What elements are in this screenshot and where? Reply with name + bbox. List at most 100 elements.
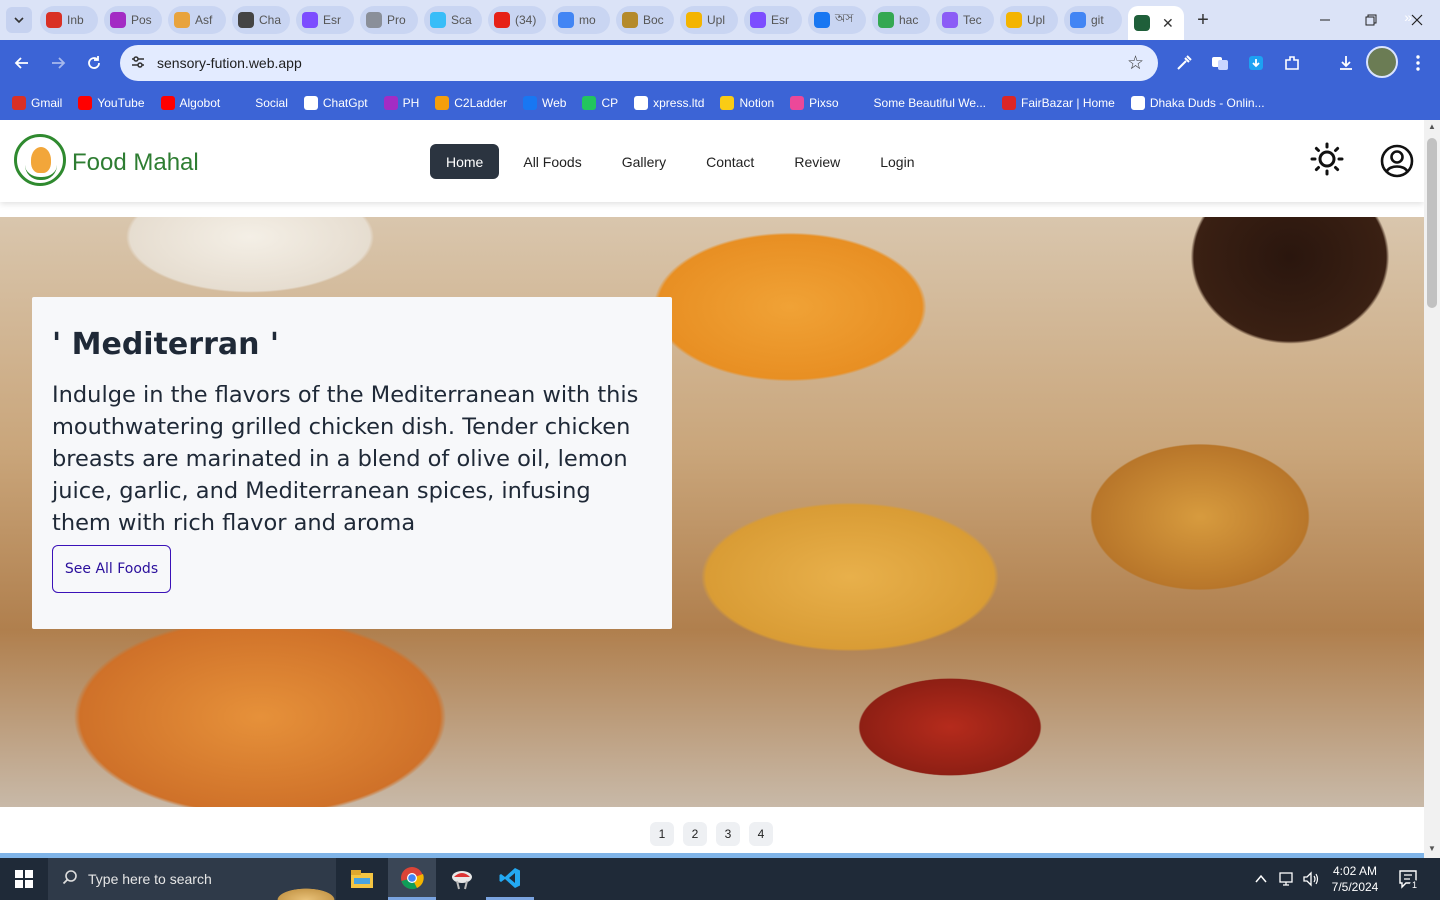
slide-page-button[interactable]: 3 <box>716 822 740 846</box>
nav-all-foods[interactable]: All Foods <box>507 144 597 179</box>
bookmark-item[interactable]: Some Beautiful We... <box>854 96 986 110</box>
close-tab-icon[interactable]: ✕ <box>1162 15 1174 32</box>
forward-button[interactable] <box>46 51 70 75</box>
nav-contact[interactable]: Contact <box>690 144 770 179</box>
food-mahal-logo-icon[interactable] <box>14 134 66 186</box>
brand-name[interactable]: Food Mahal <box>72 149 199 177</box>
tab-search-button[interactable] <box>6 7 32 33</box>
nav-gallery[interactable]: Gallery <box>606 144 682 179</box>
scroll-up-icon[interactable]: ▲ <box>1427 122 1437 131</box>
bookmark-item[interactable]: Pixso <box>790 96 839 110</box>
browser-tab[interactable]: git <box>1064 6 1122 34</box>
browser-tab[interactable]: Esr <box>296 6 354 34</box>
chevron-down-icon <box>14 17 24 24</box>
bookmark-label: Pixso <box>809 96 839 110</box>
browser-tab[interactable]: Boc <box>616 6 674 34</box>
bookmark-item[interactable]: Gmail <box>12 96 62 110</box>
slide-page-button[interactable]: 1 <box>650 822 674 846</box>
browser-tab[interactable]: Upl <box>1000 6 1058 34</box>
browser-tab[interactable]: Asf <box>168 6 226 34</box>
bookmark-item[interactable]: Notion <box>720 96 774 110</box>
back-button[interactable] <box>10 51 34 75</box>
file-explorer-app[interactable] <box>338 858 386 900</box>
bookmark-label: ChatGpt <box>322 96 368 110</box>
bookmark-item[interactable]: xpress.ltd <box>634 96 704 110</box>
windows-start-button[interactable] <box>0 858 48 900</box>
dhakaduds-icon <box>1130 96 1145 110</box>
google-icon <box>558 12 574 28</box>
taskbar-search[interactable]: Type here to search <box>48 858 336 900</box>
bookmark-item[interactable]: Dhaka Duds - Onlin... <box>1130 96 1265 110</box>
volume-icon[interactable] <box>1302 858 1320 900</box>
bookmark-item[interactable]: Algobot <box>160 96 220 110</box>
browser-tab[interactable]: Esr <box>744 6 802 34</box>
browser-tab[interactable]: Cha <box>232 6 290 34</box>
facebook-icon <box>522 96 537 110</box>
see-all-foods-button[interactable]: See All Foods <box>52 545 171 593</box>
tab-title: (34) <box>515 13 537 27</box>
minimize-button[interactable] <box>1302 0 1348 40</box>
browser-tab[interactable]: (34) <box>488 6 546 34</box>
browser-tab[interactable]: Inb <box>40 6 98 34</box>
new-tab-button[interactable]: + <box>1190 7 1216 33</box>
browser-tab[interactable]: hac <box>872 6 930 34</box>
snipping-tool-app[interactable] <box>438 858 486 900</box>
chrome-app[interactable] <box>388 858 436 900</box>
bookmark-item[interactable]: C2Ladder <box>435 96 507 110</box>
translate-extension-icon[interactable] <box>1208 51 1232 75</box>
windows-logo-icon <box>15 870 33 888</box>
tab-title: Inb <box>67 13 84 27</box>
ladder-icon <box>435 96 450 110</box>
slide-page-button[interactable]: 2 <box>683 822 707 846</box>
browser-tab[interactable]: mo <box>552 6 610 34</box>
eyedropper-extension-icon[interactable] <box>1172 51 1196 75</box>
scroll-down-icon[interactable]: ▼ <box>1427 844 1437 853</box>
extensions-puzzle-icon[interactable] <box>1280 51 1304 75</box>
network-icon[interactable] <box>1278 858 1296 900</box>
reload-button[interactable] <box>82 51 106 75</box>
youtube-icon <box>160 96 175 110</box>
bookmark-label: Dhaka Duds - Onlin... <box>1149 96 1265 110</box>
browser-tab[interactable]: Tec <box>936 6 994 34</box>
slide-page-button[interactable]: 4 <box>749 822 773 846</box>
browser-tab[interactable]: Upl <box>680 6 738 34</box>
chrome-profile-avatar[interactable] <box>1366 46 1398 78</box>
tray-overflow-icon[interactable] <box>1254 858 1268 900</box>
bookmarks-overflow-icon[interactable]: » <box>1404 9 1412 25</box>
tab-title: hac <box>899 13 919 27</box>
theme-toggle-sun-icon[interactable] <box>1310 142 1344 176</box>
page-scrollbar[interactable]: ▲ ▼ <box>1424 120 1440 858</box>
close-window-button[interactable] <box>1394 0 1440 40</box>
browser-tab[interactable]: Sca <box>424 6 482 34</box>
nav-login[interactable]: Login <box>864 144 930 179</box>
downloads-icon[interactable] <box>1334 51 1358 75</box>
scrollbar-thumb[interactable] <box>1427 138 1437 308</box>
address-bar[interactable]: sensory-fution.web.app ☆ <box>120 45 1158 81</box>
taskbar-search-placeholder[interactable]: Type here to search <box>88 871 212 887</box>
pen-icon <box>942 12 958 28</box>
chrome-menu-icon[interactable] <box>1406 51 1430 75</box>
bookmark-item[interactable]: CP <box>582 96 618 110</box>
bookmark-star-icon[interactable]: ☆ <box>1127 52 1144 75</box>
nav-home[interactable]: Home <box>430 144 500 179</box>
notification-center-button[interactable]: 1 <box>1398 858 1420 900</box>
bookmark-item[interactable]: FairBazar | Home <box>1002 96 1115 110</box>
browser-tab[interactable]: Pos <box>104 6 162 34</box>
url-text[interactable]: sensory-fution.web.app <box>157 55 302 71</box>
nav-review[interactable]: Review <box>778 144 856 179</box>
site-settings-icon[interactable] <box>130 54 146 73</box>
vscode-app[interactable] <box>486 858 534 900</box>
bookmark-item[interactable]: PH <box>383 96 419 110</box>
browser-tab[interactable]: ✕ <box>1128 6 1184 40</box>
restore-button[interactable] <box>1348 0 1394 40</box>
browser-tab[interactable]: অস <box>808 6 866 34</box>
browser-tab[interactable]: Pro <box>360 6 418 34</box>
bookmark-item[interactable]: Web <box>522 96 566 110</box>
bookmark-item[interactable]: Social <box>236 96 288 110</box>
user-account-icon[interactable] <box>1380 144 1414 178</box>
bookmark-item[interactable]: YouTube <box>78 96 145 110</box>
download-extension-icon[interactable] <box>1244 51 1268 75</box>
bookmark-item[interactable]: ChatGpt <box>303 96 368 110</box>
tab-title: Upl <box>1027 13 1046 27</box>
system-clock[interactable]: 4:02 AM 7/5/2024 <box>1330 863 1380 895</box>
